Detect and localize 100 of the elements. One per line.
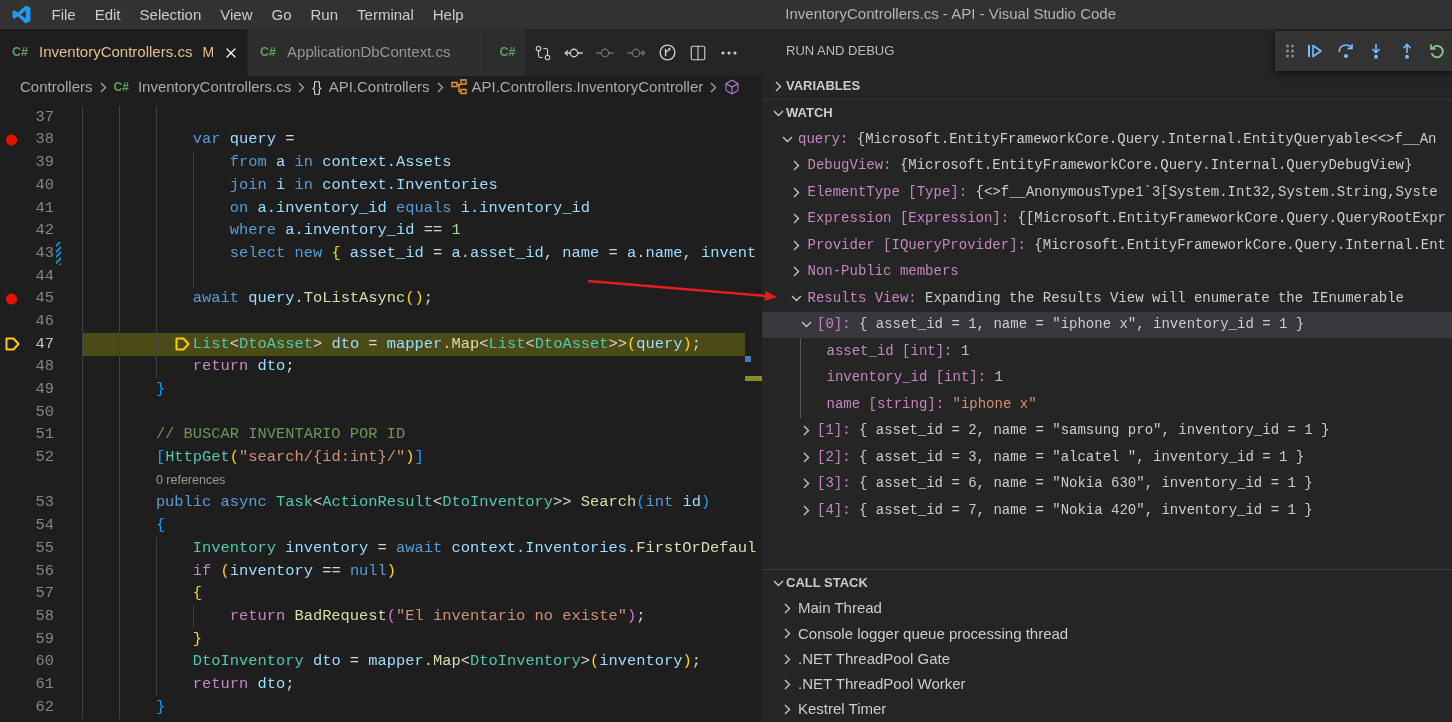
line-number: 40 — [35, 174, 54, 196]
chevron-right-icon[interactable] — [793, 213, 800, 225]
line-number: 41 — [35, 197, 54, 219]
menu-item[interactable]: File — [42, 0, 86, 29]
menu-item[interactable]: Edit — [85, 0, 131, 29]
watch-item[interactable]: [1]: { asset_id = 2, name = "samsung pro", inventory_id = 1 } — [762, 417, 1452, 444]
line-number: 45 — [35, 288, 54, 310]
line-number: 43 — [35, 242, 54, 264]
references-link[interactable]: 0 references — [155, 470, 226, 490]
chevron-right-icon — [298, 81, 306, 93]
code-line: public async Task<ActionResult<DtoInventory>> Search(int id) — [155, 492, 711, 514]
chevron-down-icon[interactable] — [772, 579, 784, 587]
code-line: { — [192, 583, 203, 605]
tab[interactable]: C# ApplicationDbContext.cs — [248, 29, 486, 76]
chevron-down-icon[interactable] — [800, 321, 812, 329]
call-stack-item[interactable]: .NET ThreadPool Gate — [762, 646, 1452, 672]
panel-title: RUN AND DEBUG — [786, 42, 895, 61]
code-line: DtoInventory dto = mapper.Map<DtoInventory>(inventory); — [192, 651, 701, 673]
code-line: var query = — [192, 129, 295, 151]
code-line: return BadRequest("El inventario no existe"); — [229, 605, 646, 627]
chevron-right-icon[interactable] — [802, 504, 810, 516]
code-line: return dto; — [192, 356, 295, 378]
code-line: on a.inventory_id equals i.inventory_id — [229, 197, 590, 219]
chevron-down-icon[interactable] — [791, 294, 802, 302]
stack-frame-icon — [174, 337, 190, 352]
watch-item[interactable]: Provider [IQueryProvider]: {Microsoft.EntityFrameworkCore.Query.Internal.Ent — [762, 232, 1452, 259]
code-line: if (inventory == null) — [192, 560, 397, 582]
chevron-right-icon[interactable] — [793, 266, 800, 278]
watch-item[interactable]: [2]: { asset_id = 3, name = "alcatel ", inventory_id = 1 } — [762, 444, 1452, 471]
code-line: select new { asset_id = a.asset_id, name = a.name, invent — [229, 242, 757, 264]
menu-item[interactable]: Go — [262, 0, 301, 29]
chevron-right-icon — [436, 81, 444, 93]
file-icon: C# — [499, 43, 516, 62]
breadcrumb-item[interactable]: API.Controllers.InventoryController — [450, 75, 704, 99]
call-stack-item[interactable]: Main Thread — [762, 596, 1452, 622]
chevron-right-icon[interactable] — [783, 703, 791, 715]
watch-item[interactable]: [3]: { asset_id = 6, name = "Nokia 630", inventory_id = 1 } — [762, 470, 1452, 497]
watch-item[interactable]: Expression [Expression]: {[Microsoft.EntityFrameworkCore.Query.QueryRootExpr — [762, 205, 1452, 232]
chevron-right-icon[interactable] — [793, 239, 800, 251]
chevron-down-icon[interactable] — [772, 109, 784, 117]
file-icon: C# — [12, 43, 28, 62]
section-header[interactable]: CALL STACK — [762, 570, 1452, 596]
line-number: 38 — [35, 129, 54, 151]
chevron-right-icon[interactable] — [783, 603, 791, 615]
menu-item[interactable]: View — [210, 0, 262, 29]
chevron-right-icon[interactable] — [802, 425, 810, 437]
menu-item[interactable]: Help — [423, 0, 474, 29]
menu-item[interactable]: Terminal — [347, 0, 424, 29]
menu-item[interactable]: Run — [301, 0, 348, 29]
code-line: return dto; — [192, 674, 295, 695]
code-line: } — [155, 379, 166, 401]
watch-item[interactable]: Results View: Expanding the Results View will enumerate the IEnumerable — [762, 285, 1452, 312]
breadcrumb-item[interactable]: {} API.Controllers — [312, 75, 430, 99]
section-header[interactable]: VARIABLES — [762, 73, 1452, 99]
chevron-right-icon[interactable] — [774, 80, 782, 92]
ruler-mark — [745, 376, 762, 381]
grip-icon[interactable] — [1286, 44, 1294, 58]
section-header[interactable]: WATCH — [762, 100, 1452, 126]
call-stack-item[interactable]: Kestrel Timer — [762, 696, 1452, 722]
line-number: 47 — [35, 333, 54, 355]
call-stack-item[interactable]: .NET ThreadPool Worker — [762, 671, 1452, 697]
chevron-right-icon[interactable] — [793, 186, 800, 198]
watch-item[interactable]: asset_id [int]: 1 — [762, 338, 1452, 365]
watch-item[interactable]: DebugView: {Microsoft.EntityFrameworkCore.Query.Internal.QueryDebugView} — [762, 152, 1452, 179]
namespace-icon: {} — [312, 76, 322, 98]
chevron-right-icon[interactable] — [783, 678, 791, 690]
tab[interactable]: C# — [485, 29, 527, 76]
restart-icon — [1429, 43, 1445, 59]
chevron-right-icon — [99, 81, 107, 93]
breadcrumb-item[interactable]: Controllers — [20, 75, 93, 99]
menu-item[interactable]: Selection — [130, 0, 211, 29]
line-number: 59 — [35, 628, 54, 650]
line-number: 37 — [35, 106, 54, 128]
step-over-icon — [1337, 43, 1354, 59]
line-number: 39 — [35, 152, 54, 174]
chevron-right-icon[interactable] — [783, 628, 791, 640]
tab[interactable]: C# InventoryControllers.cs M — [0, 29, 249, 76]
watch-item[interactable]: ElementType [Type]: {<>f__AnonymousType1`3[System.Int32,System.String,Syste — [762, 179, 1452, 206]
line-number: 49 — [35, 379, 54, 401]
call-stack-item[interactable]: Console logger queue processing thread — [762, 621, 1452, 647]
chevron-right-icon[interactable] — [783, 653, 791, 665]
watch-item[interactable]: name [string]: "iphone x" — [762, 391, 1452, 418]
line-number: 46 — [35, 311, 54, 332]
chevron-down-icon[interactable] — [781, 135, 793, 143]
watch-item[interactable]: inventory_id [int]: 1 — [762, 364, 1452, 391]
line-number: 60 — [35, 651, 54, 673]
line-number: 51 — [35, 424, 54, 446]
watch-item[interactable]: [4]: { asset_id = 7, name = "Nokia 420", inventory_id = 1 } — [762, 497, 1452, 524]
line-number: 58 — [35, 605, 54, 627]
code-line: List<DtoAsset> dto = mapper.Map<List<DtoAsset>>(query); — [192, 333, 701, 355]
chevron-right-icon[interactable] — [802, 451, 810, 463]
window-title: InventoryControllers.cs - API - Visual Studio Code — [785, 4, 1116, 25]
chevron-right-icon[interactable] — [793, 160, 800, 172]
watch-item[interactable]: query: {Microsoft.EntityFrameworkCore.Query.Internal.EntityQueryable<<>f__An — [762, 126, 1452, 153]
code-line: await query.ToListAsync(); — [192, 288, 434, 310]
breadcrumb-item[interactable]: C# InventoryControllers.cs — [113, 75, 292, 99]
watch-item[interactable]: Non-Public members — [762, 258, 1452, 285]
chevron-right-icon[interactable] — [802, 478, 810, 490]
watch-item[interactable]: [0]: { asset_id = 1, name = "iphone x", inventory_id = 1 } — [762, 311, 1452, 338]
breadcrumb-item[interactable] — [724, 79, 741, 95]
